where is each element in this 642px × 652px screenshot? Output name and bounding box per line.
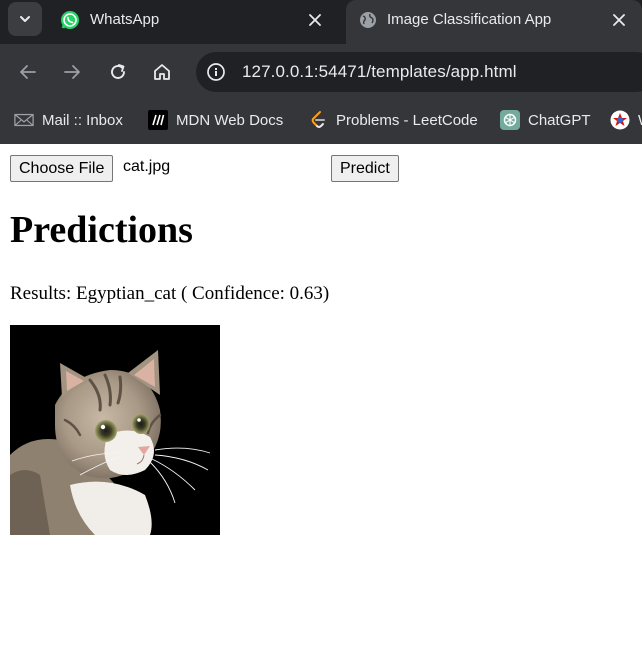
- url-text: 127.0.0.1:54471/templates/app.html: [242, 62, 517, 81]
- chevron-down-icon: [20, 16, 30, 22]
- mdn-icon: [148, 110, 168, 130]
- bookmark-label: Mail :: Inbox: [42, 111, 123, 129]
- selected-file-name: cat.jpg: [123, 158, 171, 175]
- close-icon[interactable]: [610, 11, 628, 29]
- home-button[interactable]: [148, 58, 176, 86]
- tab-whatsapp[interactable]: WhatsApp: [50, 0, 340, 44]
- bookmark-label: MDN Web Docs: [176, 111, 284, 129]
- back-arrow-icon: [20, 65, 36, 79]
- tab-title: Image Classification App: [387, 11, 552, 28]
- bookmark-chatgpt[interactable]: ChatGPT: [500, 108, 591, 132]
- choose-file-button[interactable]: Choose File: [10, 155, 114, 182]
- home-icon: [154, 64, 170, 80]
- wolfram-icon: [610, 110, 630, 130]
- prediction-results: Results: Egyptian_cat ( Confidence: 0.63…: [10, 283, 330, 304]
- page-title: Predictions: [10, 209, 193, 251]
- globe-icon: [358, 10, 378, 30]
- bookmark-label: Problems - LeetCode: [336, 111, 478, 129]
- forward-arrow-icon: [64, 65, 80, 79]
- whatsapp-icon: [60, 10, 80, 30]
- bookmark-label: W: [638, 112, 642, 129]
- site-info-icon[interactable]: [204, 60, 228, 84]
- bookmark-label: ChatGPT: [528, 111, 591, 129]
- tab-strip: WhatsApp Image Classification App: [0, 0, 642, 44]
- forward-button[interactable]: [58, 58, 86, 86]
- tab-search-button[interactable]: [8, 2, 42, 36]
- tab-title: WhatsApp: [90, 11, 160, 28]
- mail-icon: [14, 110, 34, 130]
- leetcode-icon: [308, 110, 328, 130]
- bookmarks-bar: Mail :: Inbox MDN Web Docs Problems - Le…: [0, 100, 642, 144]
- toolbar: 127.0.0.1:54471/templates/app.html: [0, 44, 642, 100]
- reload-button[interactable]: [104, 58, 132, 86]
- predict-button[interactable]: Predict: [331, 155, 399, 182]
- bookmark-problems-leetcode[interactable]: Problems - LeetCode: [308, 108, 478, 132]
- chatgpt-icon: [500, 110, 520, 130]
- address-bar[interactable]: 127.0.0.1:54471/templates/app.html: [196, 52, 642, 92]
- bookmark-w[interactable]: W: [610, 108, 642, 132]
- uploaded-cat-image: [10, 325, 220, 535]
- close-icon[interactable]: [306, 11, 324, 29]
- reload-icon: [111, 64, 125, 79]
- page-content: Choose File cat.jpg Predict Predictions …: [0, 144, 642, 652]
- back-button[interactable]: [14, 58, 42, 86]
- tab-image-classification-app[interactable]: Image Classification App: [346, 0, 642, 44]
- bookmark-mail-inbox[interactable]: Mail :: Inbox: [14, 108, 123, 132]
- bookmark-mdn-web-docs[interactable]: MDN Web Docs: [148, 108, 283, 132]
